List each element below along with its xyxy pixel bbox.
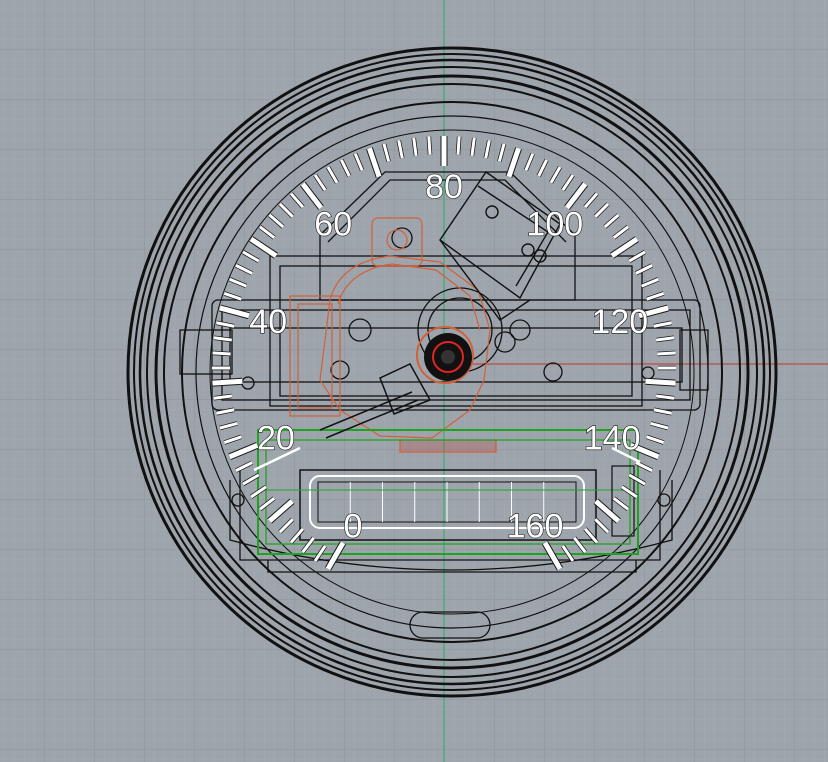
speed-label-140: 140	[584, 420, 641, 458]
needle-hub	[424, 333, 472, 381]
speed-label-40: 40	[249, 303, 287, 341]
speed-label-160: 160	[507, 508, 564, 546]
major-tick	[645, 378, 676, 386]
minor-tick	[212, 351, 231, 356]
construction-grid	[0, 0, 828, 762]
minor-tick	[456, 136, 461, 155]
minor-tick	[657, 351, 676, 356]
speed-label-80: 80	[425, 168, 463, 206]
speed-label-120: 120	[591, 303, 648, 341]
minor-tick	[427, 136, 432, 155]
major-tick	[212, 378, 243, 386]
speed-label-100: 100	[526, 206, 583, 244]
speedometer-wireframe-drawing: 020406080100120140160	[0, 0, 828, 762]
speed-label-60: 60	[314, 206, 352, 244]
cad-viewport[interactable]: 0 20 40 60 80 100 120 140 160	[0, 0, 828, 762]
speed-label-0: 0	[344, 508, 363, 546]
